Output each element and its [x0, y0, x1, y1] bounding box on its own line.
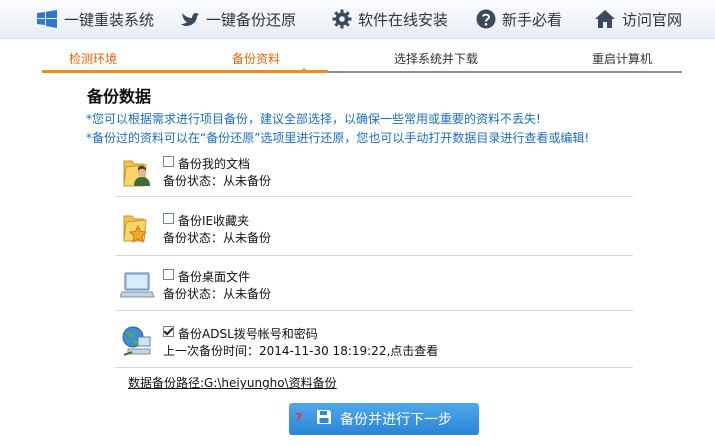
- nav-label: 一键重装系统: [64, 10, 155, 29]
- checkbox-my-documents[interactable]: [163, 156, 174, 167]
- item-status: 备份状态：从未备份: [163, 287, 272, 301]
- divider: [115, 196, 633, 197]
- backup-item-desktop-files: 备份桌面文件 备份状态：从未备份: [115, 268, 633, 316]
- nav-reinstall-system[interactable]: 一键重装系统: [36, 0, 154, 38]
- step-progress-bar: 检测环境 备份资料 选择系统并下载 重启计算机: [42, 44, 682, 73]
- backup-item-ie-favorites: 备份IE收藏夹 备份状态：从未备份: [115, 212, 633, 260]
- gear-icon: [332, 9, 352, 29]
- backup-next-button[interactable]: 7 备份并进行下一步: [289, 403, 479, 435]
- item-status: 备份状态：从未备份: [163, 231, 272, 245]
- button-label: 备份并进行下一步: [340, 412, 452, 428]
- step-backup-data: 备份资料: [232, 52, 281, 66]
- step-progress-fill: [42, 70, 328, 73]
- nav-official-site[interactable]: 访问官网: [594, 0, 682, 38]
- nav-label: 软件在线安装: [358, 10, 449, 29]
- section-title: 备份数据: [87, 87, 152, 106]
- note-restore: *备份过的资料可以在“备份还原”选项里进行还原，您也可以手动打开数据目录进行查看…: [86, 131, 590, 145]
- backup-path-link[interactable]: 数据备份路径:G:\heiyungho\资料备份: [128, 374, 337, 391]
- backup-item-adsl: 备份ADSL拨号帐号和密码 上一次备份时间：2014-11-30 18:19:2…: [115, 325, 633, 373]
- bird-icon: [180, 9, 200, 29]
- item-last-backup-link[interactable]: 上一次备份时间：2014-11-30 18:19:22,点击查看: [163, 342, 438, 359]
- step-restart: 重启计算机: [592, 52, 653, 66]
- checkbox-adsl[interactable]: [163, 326, 174, 337]
- item-status: 备份状态：从未备份: [163, 174, 272, 188]
- windows-logo-icon: [36, 9, 58, 29]
- step-current-marker: [300, 68, 308, 72]
- nav-software-install[interactable]: 软件在线安装: [332, 0, 448, 38]
- divider: [115, 310, 633, 311]
- nav-label: 新手必看: [502, 10, 563, 29]
- nav-label: 一键备份还原: [206, 10, 297, 29]
- item-label[interactable]: 备份桌面文件: [178, 268, 250, 285]
- step-select-download: 选择系统并下载: [394, 52, 479, 66]
- home-icon: [594, 9, 616, 29]
- item-label[interactable]: 备份IE收藏夹: [178, 212, 249, 229]
- top-nav: 一键重装系统 一键备份还原 软件在线安装 新手必看 访问官网: [0, 0, 715, 39]
- question-icon: [476, 9, 496, 29]
- item-label[interactable]: 备份ADSL拨号帐号和密码: [178, 325, 318, 342]
- step-check-environment: 检测环境: [69, 52, 118, 66]
- divider: [115, 255, 633, 256]
- item-label[interactable]: 备份我的文档: [178, 155, 250, 172]
- user-folder-icon: [120, 155, 156, 191]
- checkbox-ie-favorites[interactable]: [163, 213, 174, 224]
- favorites-folder-icon: [120, 212, 156, 248]
- note-suggestion: *您可以根据需求进行项目备份，建议全部选择，以确保一些常用或重要的资料不丢失!: [86, 112, 541, 126]
- button-number: 7: [295, 411, 303, 424]
- checkbox-desktop-files[interactable]: [163, 269, 174, 280]
- network-icon: [120, 325, 156, 361]
- nav-beginner-guide[interactable]: 新手必看: [476, 0, 562, 38]
- nav-label: 访问官网: [622, 10, 683, 29]
- divider: [115, 367, 633, 368]
- nav-backup-restore[interactable]: 一键备份还原: [180, 0, 296, 38]
- save-icon: [316, 409, 332, 429]
- desktop-icon: [119, 268, 156, 304]
